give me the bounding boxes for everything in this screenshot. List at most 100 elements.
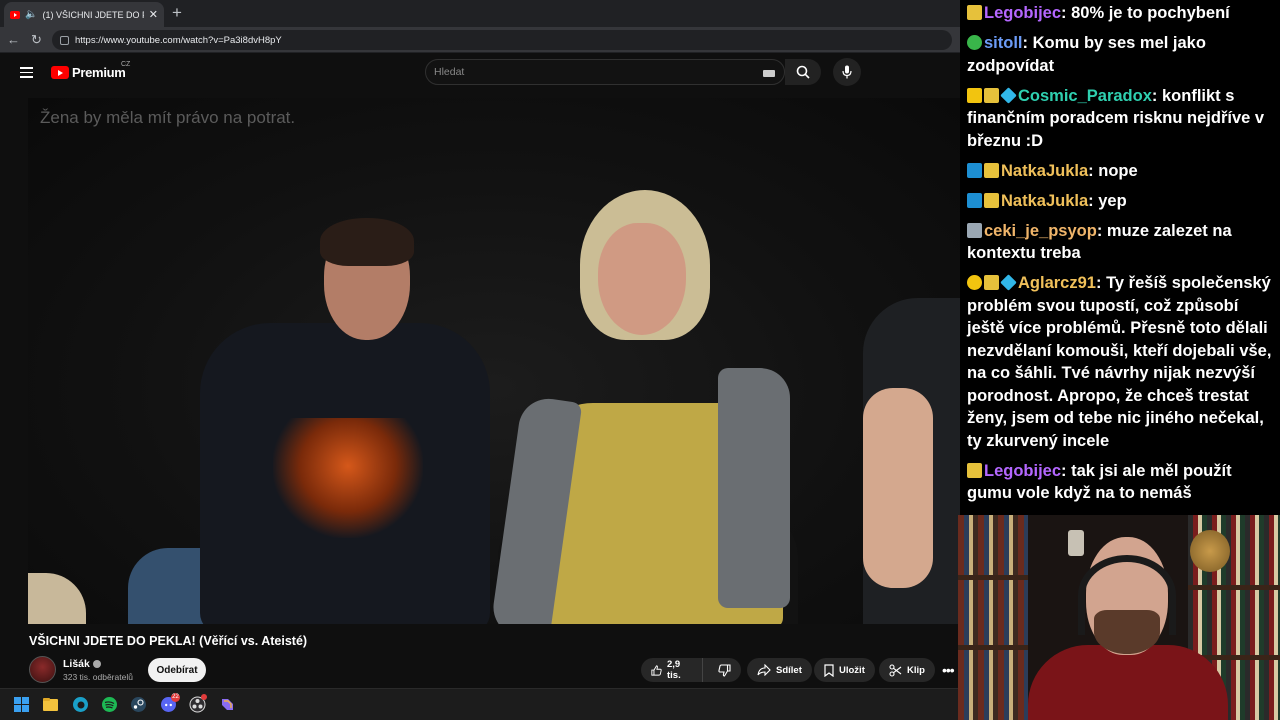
menu-icon[interactable] <box>20 67 33 78</box>
screen: 🔈 (1) VŠICHNI JDETE DO PEKLA! (V ✕ + ← ↻… <box>0 0 1280 720</box>
dollar-badge-icon <box>967 5 982 20</box>
windows-start-icon[interactable] <box>13 696 30 713</box>
chat-message: Aglarcz91: Ty řešíš společenský problém … <box>967 272 1272 452</box>
chat-separator: : <box>1022 34 1033 52</box>
back-arrow-icon[interactable]: ← <box>7 31 20 49</box>
chat-text: nope <box>1098 161 1138 180</box>
youtube-favicon-icon <box>10 10 20 19</box>
search-button[interactable] <box>785 59 821 85</box>
dollar-badge-icon <box>984 162 999 178</box>
cube-badge-icon <box>1000 274 1017 291</box>
save-label: Uložit <box>839 664 865 676</box>
crown-badge-icon <box>967 87 982 103</box>
search-input[interactable] <box>434 64 754 80</box>
new-tab-icon[interactable]: + <box>172 3 182 23</box>
channel-name[interactable]: Lišák <box>63 658 90 670</box>
scissors-icon <box>889 663 902 677</box>
subscriber-count: 323 tis. odběratelů <box>63 672 133 682</box>
clip-label: Klip <box>907 664 925 676</box>
chat-username[interactable]: NatkaJukla <box>1001 162 1088 180</box>
figurine-decor <box>1068 530 1084 556</box>
chat-separator: : <box>1061 4 1072 22</box>
share-button[interactable]: Sdílet <box>747 658 812 682</box>
channel-avatar[interactable] <box>29 656 56 683</box>
panelist-1-hair <box>320 218 414 266</box>
save-button[interactable]: Uložit <box>814 658 875 682</box>
tab-bar: 🔈 (1) VŠICHNI JDETE DO PEKLA! (V ✕ + <box>0 0 960 27</box>
headset <box>1078 555 1176 635</box>
thumbs-up-icon <box>651 664 662 676</box>
tab-title: (1) VŠICHNI JDETE DO PEKLA! (V <box>42 9 143 20</box>
chat-text: Ty řešíš společenský problém svou tupost… <box>967 274 1272 450</box>
globe-decor <box>1190 530 1230 572</box>
address-bar-row: ← ↻ https://www.youtube.com/watch?v=Pa3i… <box>0 27 960 53</box>
edge-icon[interactable] <box>72 696 89 713</box>
reload-icon[interactable]: ↻ <box>31 31 42 49</box>
streamer-webcam <box>958 515 1280 720</box>
speaker-icon[interactable]: 🔈 <box>25 9 37 20</box>
search-box <box>425 59 785 85</box>
chat-username[interactable]: Legobijec <box>984 4 1061 22</box>
keyboard-icon[interactable] <box>763 70 775 77</box>
chat-separator: : <box>1095 274 1107 292</box>
subscribe-button[interactable]: Odebírat <box>148 658 206 682</box>
streamer-shirt <box>1028 645 1228 720</box>
spotify-icon[interactable] <box>101 696 118 713</box>
video-title: VŠICHNI JDETE DO PEKLA! (Věřící vs. Atei… <box>29 634 308 648</box>
file-explorer-icon[interactable] <box>42 696 59 713</box>
dollar-badge-icon <box>967 462 982 478</box>
panelist-2-face <box>598 223 686 335</box>
panelist-3-arm <box>863 388 933 588</box>
one-badge-icon <box>967 275 982 290</box>
panelist-2-shawl-right <box>718 368 790 608</box>
chat-separator: : <box>1096 221 1107 240</box>
url-text[interactable]: https://www.youtube.com/watch?v=Pa3i8dvH… <box>75 35 282 46</box>
chat-username[interactable]: Legobijec <box>984 462 1061 480</box>
channel-name-row[interactable]: Lišák <box>63 658 101 670</box>
chat-message: Legobijec: tak jsi ale měl použít gumu v… <box>967 460 1272 505</box>
youtube-play-icon <box>51 66 69 79</box>
chat-username[interactable]: sitoll <box>984 34 1023 52</box>
clip-button[interactable]: Klip <box>879 658 935 682</box>
voice-search-button[interactable] <box>833 58 861 86</box>
url-field[interactable]: https://www.youtube.com/watch?v=Pa3i8dvH… <box>52 30 952 50</box>
verified-icon <box>92 660 101 668</box>
arrow-badge-icon <box>967 192 982 208</box>
obs-recording-dot <box>201 694 207 700</box>
region-code: CZ <box>121 61 131 68</box>
taskbar: 22 <box>0 688 960 720</box>
like-dislike-group: 2,9 tis. <box>641 658 741 682</box>
site-info-icon[interactable] <box>60 35 69 45</box>
green-badge-icon <box>967 35 982 50</box>
close-tab-icon[interactable]: ✕ <box>149 8 158 21</box>
chat-username[interactable]: Aglarcz91 <box>1018 274 1096 292</box>
chat-text: 80% je to pochybení <box>1071 4 1230 22</box>
thumbs-down-icon <box>718 663 731 677</box>
bookmark-icon <box>824 663 834 677</box>
copilot-icon[interactable] <box>219 696 236 713</box>
video-player[interactable]: Žena by měla mít právo na potrat. <box>28 98 960 624</box>
video-caption: Žena by měla mít právo na potrat. <box>40 108 296 127</box>
youtube-header: Premium CZ <box>0 53 960 95</box>
dislike-button[interactable] <box>708 658 741 682</box>
search-icon <box>796 65 810 79</box>
like-button[interactable]: 2,9 tis. <box>641 658 703 682</box>
shelf-board <box>958 645 1028 650</box>
browser-window: 🔈 (1) VŠICHNI JDETE DO PEKLA! (V ✕ + ← ↻… <box>0 0 960 720</box>
like-count: 2,9 tis. <box>666 659 681 681</box>
chat-message: NatkaJukla: nope <box>967 160 1272 183</box>
share-label: Sdílet <box>776 664 802 676</box>
gray-badge-icon <box>967 222 982 238</box>
chat-separator: : <box>1088 161 1099 180</box>
chat-username[interactable]: ceki_je_psyop <box>984 222 1097 240</box>
shelf-board <box>958 575 1028 580</box>
steam-icon[interactable] <box>130 696 147 713</box>
youtube-logo[interactable]: Premium CZ <box>51 61 130 80</box>
more-actions-icon[interactable]: ••• <box>942 662 955 678</box>
chat-message: Cosmic_Paradox: konflikt s finančním por… <box>967 85 1272 153</box>
chat-message: NatkaJukla: yep <box>967 190 1272 213</box>
panelist-left-edge <box>28 573 86 624</box>
tab-youtube[interactable]: 🔈 (1) VŠICHNI JDETE DO PEKLA! (V ✕ <box>4 2 164 27</box>
chat-username[interactable]: Cosmic_Paradox <box>1018 87 1152 105</box>
chat-username[interactable]: NatkaJukla <box>1001 192 1088 210</box>
